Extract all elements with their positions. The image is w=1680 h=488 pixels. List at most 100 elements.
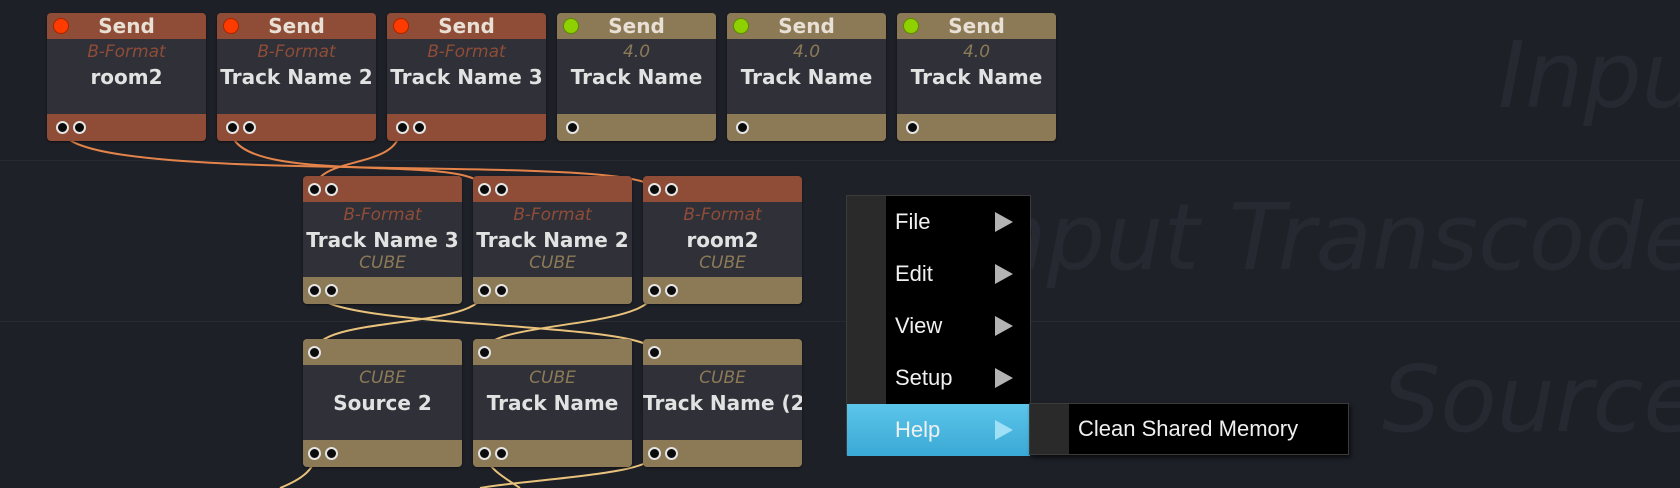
output-port[interactable]	[396, 121, 409, 134]
send-node-track-name[interactable]: Send 4.0 Track Name	[897, 13, 1056, 141]
node-format: B-Format	[257, 42, 336, 62]
node-header	[473, 176, 632, 202]
node-footer	[387, 114, 546, 141]
input-port[interactable]	[495, 183, 508, 196]
node-format: B-Format	[427, 42, 506, 62]
context-menu: File Edit View Setup Help	[846, 195, 1031, 456]
transcode-node-room2[interactable]: B-Format room2 CUBE	[643, 176, 802, 304]
output-port[interactable]	[243, 121, 256, 134]
source-node-track-name-2[interactable]: CUBE Track Name (2)	[643, 339, 802, 467]
node-name: Track Name	[740, 65, 873, 89]
menu-item-label: View	[895, 313, 943, 338]
output-port[interactable]	[665, 284, 678, 297]
output-port[interactable]	[736, 121, 749, 134]
input-port[interactable]	[308, 183, 321, 196]
node-name: room2	[686, 228, 759, 252]
node-type-label: Send	[438, 14, 495, 38]
transcode-node-track-name-3[interactable]: B-Format Track Name 3 CUBE	[303, 176, 462, 304]
node-input-format: B-Format	[513, 205, 592, 225]
submenu-arrow-icon	[995, 420, 1013, 440]
input-port[interactable]	[478, 346, 491, 359]
transcode-node-track-name-2[interactable]: B-Format Track Name 2 CUBE	[473, 176, 632, 304]
node-format: 4.0	[962, 42, 991, 62]
node-header: Send	[557, 13, 716, 39]
node-name: Track Name	[910, 65, 1043, 89]
submenu-arrow-icon	[995, 316, 1013, 336]
node-name: Track Name	[486, 391, 619, 415]
node-type-label: Send	[778, 14, 835, 38]
node-header: Send	[47, 13, 206, 39]
menu-item-help[interactable]: Help	[847, 404, 1030, 456]
node-name: Track Name	[570, 65, 703, 89]
output-port[interactable]	[413, 121, 426, 134]
menu-item-edit[interactable]: Edit	[847, 248, 1030, 300]
node-name: Track Name 2	[476, 228, 629, 252]
node-footer	[557, 114, 716, 141]
node-footer	[303, 440, 462, 467]
menu-item-label: Setup	[895, 365, 953, 390]
input-port[interactable]	[308, 346, 321, 359]
output-port[interactable]	[478, 447, 491, 460]
output-port[interactable]	[308, 284, 321, 297]
node-name: Track Name 2	[220, 65, 373, 89]
input-port[interactable]	[648, 183, 661, 196]
input-port[interactable]	[648, 346, 661, 359]
output-port[interactable]	[566, 121, 579, 134]
output-port[interactable]	[325, 284, 338, 297]
input-port[interactable]	[665, 183, 678, 196]
node-name: Source 2	[333, 391, 432, 415]
node-type-label: Send	[98, 14, 155, 38]
send-node-track-name[interactable]: Send 4.0 Track Name	[557, 13, 716, 141]
node-footer	[643, 440, 802, 467]
send-node-track-name[interactable]: Send 4.0 Track Name	[727, 13, 886, 141]
node-format: 4.0	[792, 42, 821, 62]
input-port[interactable]	[478, 183, 491, 196]
menu-item-clean-shared-memory[interactable]: Clean Shared Memory	[1078, 416, 1298, 442]
submenu-arrow-icon	[995, 264, 1013, 284]
output-port[interactable]	[495, 284, 508, 297]
output-port[interactable]	[56, 121, 69, 134]
menu-item-label: File	[895, 209, 931, 234]
node-format: 4.0	[622, 42, 651, 62]
node-header: Send	[387, 13, 546, 39]
source-node-track-name[interactable]: CUBE Track Name	[473, 339, 632, 467]
output-port[interactable]	[495, 447, 508, 460]
node-output-format: CUBE	[529, 253, 576, 273]
node-header: Send	[727, 13, 886, 39]
output-port[interactable]	[325, 447, 338, 460]
node-header: Send	[217, 13, 376, 39]
node-footer	[473, 440, 632, 467]
output-port[interactable]	[906, 121, 919, 134]
node-footer	[727, 114, 886, 141]
node-footer	[303, 277, 462, 304]
node-header	[303, 339, 462, 365]
output-port[interactable]	[478, 284, 491, 297]
node-name: room2	[90, 65, 163, 89]
node-output-format: CUBE	[699, 253, 746, 273]
output-port[interactable]	[226, 121, 239, 134]
menu-item-view[interactable]: View	[847, 300, 1030, 352]
menu-item-label: Help	[895, 417, 941, 442]
help-submenu: Clean Shared Memory	[1029, 403, 1349, 455]
send-node-track-name-3[interactable]: Send B-Format Track Name 3	[387, 13, 546, 141]
menu-item-setup[interactable]: Setup	[847, 352, 1030, 404]
source-node-source-2[interactable]: CUBE Source 2	[303, 339, 462, 467]
send-node-room2[interactable]: Send B-Format room2	[47, 13, 206, 141]
node-header	[643, 176, 802, 202]
node-name: Track Name (2)	[643, 391, 802, 415]
node-footer	[473, 277, 632, 304]
node-format: CUBE	[359, 368, 406, 388]
submenu-arrow-icon	[995, 212, 1013, 232]
menu-item-file[interactable]: File	[847, 196, 1030, 248]
menu-item-label: Edit	[895, 261, 933, 286]
node-header	[303, 176, 462, 202]
node-input-format: B-Format	[343, 205, 422, 225]
node-footer	[643, 277, 802, 304]
input-port[interactable]	[325, 183, 338, 196]
output-port[interactable]	[648, 284, 661, 297]
output-port[interactable]	[665, 447, 678, 460]
output-port[interactable]	[308, 447, 321, 460]
output-port[interactable]	[73, 121, 86, 134]
output-port[interactable]	[648, 447, 661, 460]
send-node-track-name-2[interactable]: Send B-Format Track Name 2	[217, 13, 376, 141]
